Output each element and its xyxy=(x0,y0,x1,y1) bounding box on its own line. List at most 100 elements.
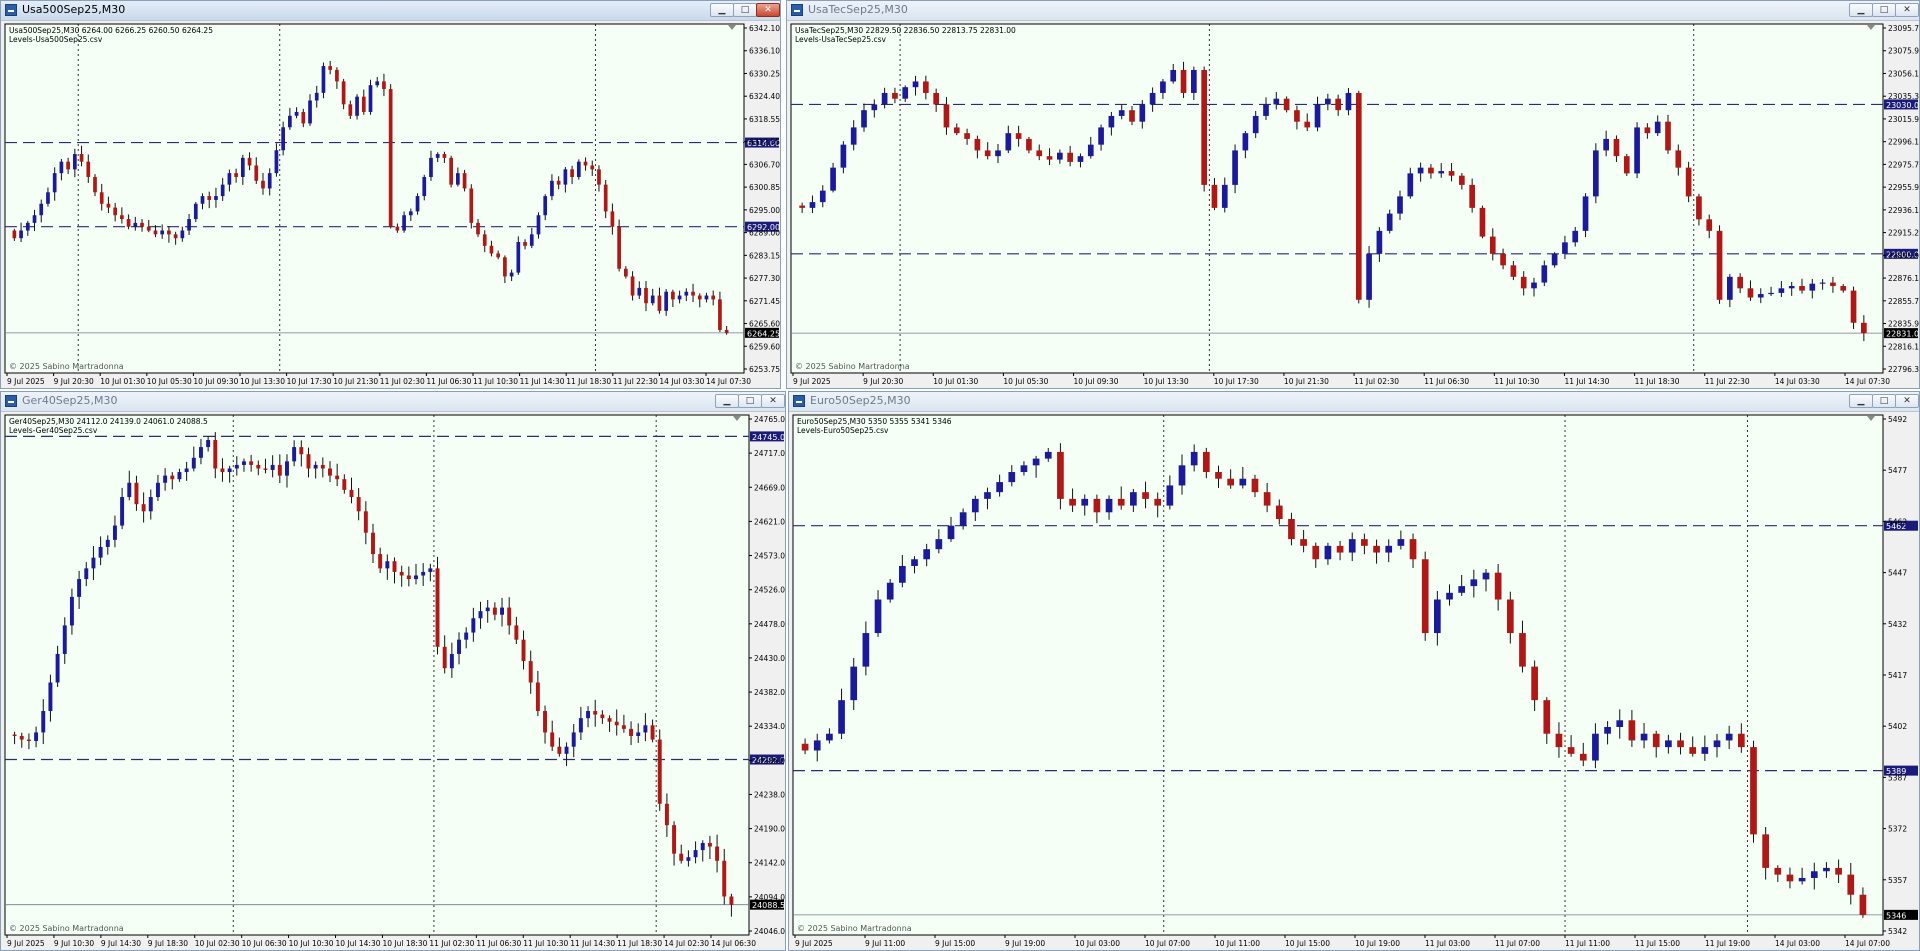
bear-candle-body xyxy=(328,468,332,476)
bull-candle-body xyxy=(911,559,918,566)
chart-window-usatec[interactable]: UsaTecSep25,M30 ▁ □ ✕ 23030.0022900.0022… xyxy=(786,0,1920,389)
close-button[interactable]: ✕ xyxy=(761,394,785,408)
bull-candle-body xyxy=(923,549,931,560)
bear-candle-body xyxy=(301,111,306,124)
y-tick-label: 24382.0 xyxy=(754,688,785,697)
bear-candle-body xyxy=(892,92,898,99)
bear-candle-body xyxy=(79,154,84,162)
bear-candle-body xyxy=(256,464,261,469)
bear-candle-body xyxy=(1026,138,1032,151)
bear-candle-body xyxy=(550,732,555,747)
bull-candle-body xyxy=(1713,740,1721,748)
close-button[interactable]: ✕ xyxy=(1895,3,1919,17)
bull-candle-body xyxy=(292,447,297,462)
bull-candle-body xyxy=(1593,150,1599,197)
close-button[interactable]: ✕ xyxy=(1895,394,1919,408)
y-tick-label: 23056.10 xyxy=(1888,69,1919,78)
bull-candle-body xyxy=(120,497,125,526)
bull-candle-body xyxy=(935,539,943,550)
bull-candle-body xyxy=(55,653,60,683)
bear-candle-body xyxy=(1750,747,1757,835)
bear-candle-body xyxy=(1057,451,1064,499)
window-titlebar[interactable]: UsaTecSep25,M30 ▁ □ ✕ xyxy=(787,1,1919,21)
close-button[interactable]: ✕ xyxy=(756,3,780,17)
bear-candle-body xyxy=(361,96,366,112)
plot-area[interactable] xyxy=(790,23,1884,374)
bear-candle-body xyxy=(146,226,151,231)
bull-candle-body xyxy=(198,447,203,458)
maximize-button[interactable]: □ xyxy=(1872,394,1896,408)
y-tick-label: 22816.10 xyxy=(1888,342,1919,351)
maximize-button[interactable]: □ xyxy=(1872,3,1896,17)
bull-candle-body xyxy=(947,525,955,540)
maximize-button[interactable]: □ xyxy=(733,3,757,17)
bear-candle-body xyxy=(126,219,131,227)
bear-candle-body xyxy=(392,561,397,572)
y-tick-label: 24573.0 xyxy=(754,552,785,561)
minimize-button[interactable]: ▁ xyxy=(715,394,739,408)
x-tick-label: 9 Jul 10:30 xyxy=(54,939,94,948)
window-titlebar[interactable]: Euro50Sep25,M30 ▁ □ ✕ xyxy=(789,392,1919,412)
x-tick-label: 9 Jul 15:00 xyxy=(935,939,975,948)
bear-candle-body xyxy=(1644,127,1651,134)
chart-window-usa500[interactable]: Usa500Sep25,M30 ▁ □ ✕ 6314.00 6292.00 6264… xyxy=(0,0,781,389)
x-tick-label: 11 Jul 02:30 xyxy=(429,939,474,948)
bear-candle-body xyxy=(388,89,393,227)
chart-canvas[interactable]: 24745.024292.024088.524765.024717.024669… xyxy=(1,412,785,950)
x-tick-label: 11 Jul 15:00 xyxy=(1635,939,1680,948)
plot-area[interactable] xyxy=(4,23,745,374)
window-titlebar[interactable]: Usa500Sep25,M30 ▁ □ ✕ xyxy=(1,1,780,21)
chart-window-euro50[interactable]: Euro50Sep25,M30 ▁ □ ✕ 5462 5389 5346 5492 54… xyxy=(788,391,1920,951)
bear-candle-body xyxy=(120,215,124,220)
bear-candle-body xyxy=(1275,505,1283,519)
minimize-button[interactable]: ▁ xyxy=(710,3,734,17)
bull-candle-body xyxy=(1823,867,1830,872)
bull-candle-body xyxy=(435,154,440,158)
bull-candle-body xyxy=(414,575,418,580)
bear-candle-body xyxy=(521,639,526,662)
ohlc-info: Usa500Sep25,M30 6264.00 6266.25 6260.50 … xyxy=(9,26,213,35)
bear-candle-body xyxy=(644,287,648,304)
bear-candle-body xyxy=(1479,207,1486,237)
window-titlebar[interactable]: Ger40Sep25,M30 ▁ □ ✕ xyxy=(1,392,785,412)
bear-candle-body xyxy=(140,222,144,227)
chart-canvas[interactable]: 6314.006292.006264.256342.106336.106330.… xyxy=(1,21,780,388)
bear-candle-body xyxy=(234,173,238,177)
chart-window-ger40[interactable]: Ger40Sep25,M30 ▁ □ ✕ 24745.0 24292.0 24088… xyxy=(0,391,786,951)
bear-candle-body xyxy=(1519,633,1526,667)
bull-candle-body xyxy=(1087,144,1094,157)
bear-candle-body xyxy=(1304,121,1311,128)
bull-candle-body xyxy=(1819,282,1826,284)
bear-candle-body xyxy=(395,226,400,231)
bull-candle-body xyxy=(996,482,1003,493)
chart-canvas[interactable]: 23030.0022900.0022831.0023095.7023075.90… xyxy=(787,21,1919,388)
bear-candle-body xyxy=(1652,733,1660,748)
bull-candle-body xyxy=(148,497,153,512)
bear-candle-body xyxy=(320,464,325,469)
chart-canvas[interactable]: 5462538953465492547754625447543254175402… xyxy=(789,412,1919,950)
plot-area[interactable] xyxy=(4,414,750,936)
bull-candle-body xyxy=(886,582,894,600)
bear-candle-body xyxy=(1211,184,1218,208)
bear-candle-body xyxy=(1696,196,1702,220)
maximize-button[interactable]: □ xyxy=(738,394,762,408)
bull-candle-body xyxy=(1366,253,1372,300)
x-tick-label: 11 Jul 02:30 xyxy=(1354,377,1399,386)
bear-candle-body xyxy=(1227,478,1234,486)
candle xyxy=(1201,66,1207,192)
bear-candle-body xyxy=(523,242,527,246)
plot-area[interactable] xyxy=(792,414,1884,936)
minimize-button[interactable]: ▁ xyxy=(1849,394,1873,408)
bull-candle-body xyxy=(1057,152,1063,160)
y-tick-label: 22996.10 xyxy=(1888,138,1919,147)
candle xyxy=(449,155,453,188)
bear-candle-body xyxy=(1677,740,1684,748)
candle xyxy=(1421,551,1429,641)
candle xyxy=(469,184,474,229)
bear-candle-body xyxy=(1531,666,1538,701)
minimize-button[interactable]: ▁ xyxy=(1849,3,1873,17)
bear-candle-body xyxy=(1201,69,1207,185)
bear-candle-body xyxy=(1830,282,1836,287)
bull-candle-body xyxy=(98,546,103,558)
bear-candle-body xyxy=(1335,98,1341,111)
